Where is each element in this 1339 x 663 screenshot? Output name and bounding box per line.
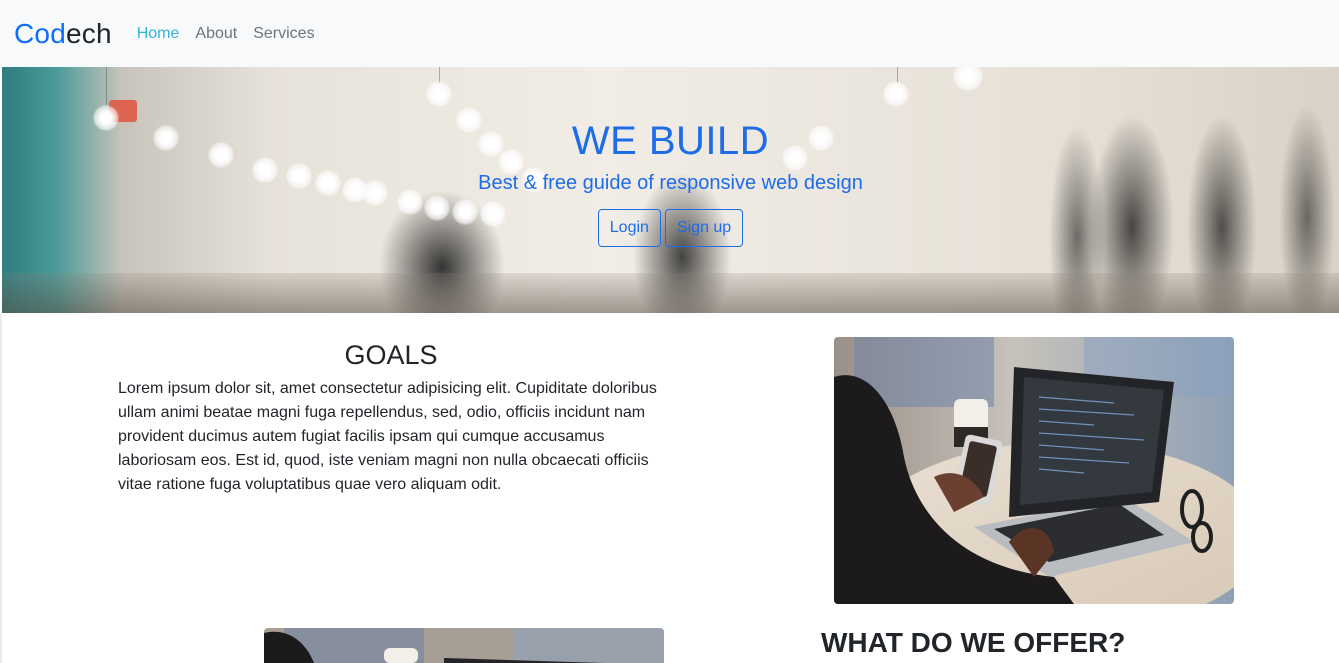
laptop-photo <box>834 337 1234 604</box>
laptop-photo-image <box>834 337 1234 604</box>
goals-title: GOALS <box>344 340 438 370</box>
page-left-border <box>0 313 2 663</box>
nav-link-home[interactable]: Home <box>137 25 180 43</box>
hero-buttons: Login Sign up <box>597 209 744 247</box>
hero-banner: WE BUILD Best & free guide of responsive… <box>2 67 1339 313</box>
top-navbar: Cod ech Home About Services <box>0 0 1339 67</box>
login-button[interactable]: Login <box>597 209 661 247</box>
nav-link-about[interactable]: About <box>195 25 237 43</box>
second-photo-image <box>264 628 664 663</box>
signup-button[interactable]: Sign up <box>664 209 744 247</box>
brand-part-cod: Cod <box>14 17 66 49</box>
nav-links: Home About Services <box>137 0 315 67</box>
hero-title: WE BUILD <box>571 119 770 163</box>
hero-subtitle: Best & free guide of responsive web desi… <box>478 172 863 194</box>
brand-logo[interactable]: Cod ech <box>14 18 112 50</box>
offer-title: WHAT DO WE OFFER? <box>821 627 1126 658</box>
brand-part-ech: ech <box>65 17 112 49</box>
goals-text: Lorem ipsum dolor sit, amet consectetur … <box>118 380 657 493</box>
goals-section: GOALS Lorem ipsum dolor sit, amet consec… <box>118 337 664 497</box>
nav-link-services[interactable]: Services <box>253 25 314 43</box>
second-photo <box>264 628 664 663</box>
hero-content: WE BUILD Best & free guide of responsive… <box>2 67 1339 313</box>
